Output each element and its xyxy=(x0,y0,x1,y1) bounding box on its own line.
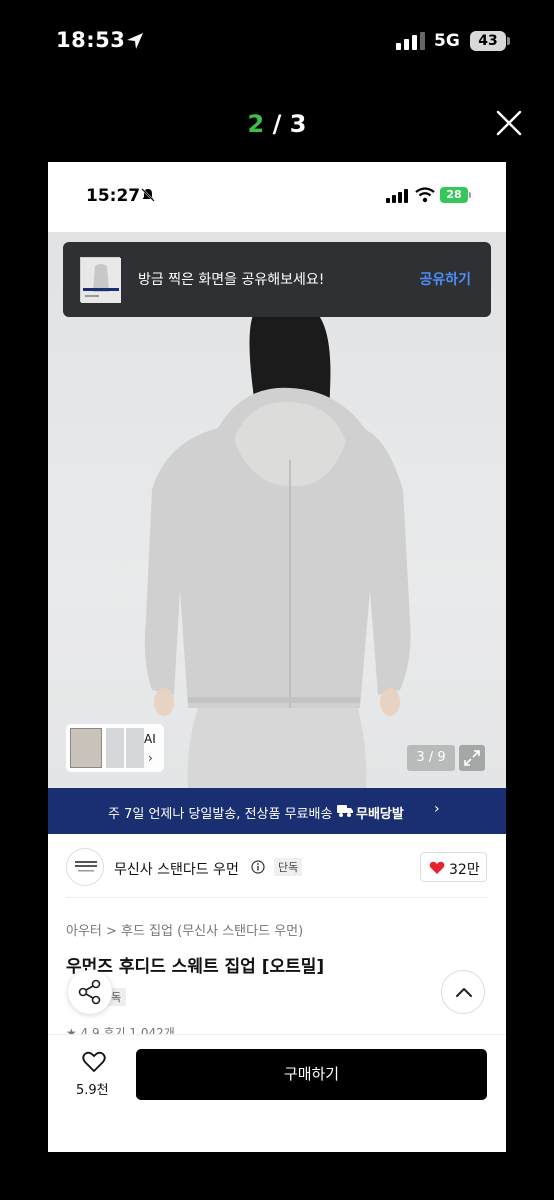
inner-signal-icon xyxy=(386,189,408,203)
section-divider xyxy=(66,897,488,898)
battery-icon: 43 xyxy=(470,31,506,51)
counter-separator: / xyxy=(264,110,290,138)
heart-outline-icon[interactable] xyxy=(82,1051,106,1073)
like-button[interactable]: 32만 xyxy=(420,852,487,882)
inner-clock: 15:27 xyxy=(86,186,141,206)
photo-page-indicator: 3 / 9 xyxy=(407,745,455,771)
thumbnail-1[interactable] xyxy=(70,728,102,768)
battery-tip xyxy=(507,37,510,45)
thumbnail-2[interactable] xyxy=(106,728,124,768)
banner-badge: 무배당발 xyxy=(356,807,404,822)
wishlist-count: 5.9천 xyxy=(76,1083,109,1098)
breadcrumb[interactable]: 아우터 > 후드 집업 (무신사 스탠다드 우먼) xyxy=(66,920,303,939)
brand-logo[interactable] xyxy=(66,848,104,886)
product-photo[interactable]: AI › 3 / 9 xyxy=(48,290,506,788)
share-action-button[interactable]: 공유하기 xyxy=(419,269,471,289)
truck-icon xyxy=(337,805,353,817)
heart-icon xyxy=(429,861,445,874)
toast-message: 방금 찍은 화면을 공유해보세요! xyxy=(138,272,325,288)
image-counter: 2 / 3 xyxy=(0,110,554,138)
share-button[interactable] xyxy=(68,970,112,1014)
chevron-up-icon xyxy=(456,988,472,997)
model-illustration xyxy=(144,305,411,788)
bell-slash-icon xyxy=(141,188,155,202)
banner-text: 주 7일 언제나 당일발송, 전상품 무료배송 xyxy=(108,807,333,822)
ai-label: AI xyxy=(144,732,156,746)
inner-status-bar: 15:27 28 xyxy=(48,162,506,232)
signal-bars-icon xyxy=(396,32,425,50)
thumbnail-3[interactable] xyxy=(126,728,144,768)
share-icon xyxy=(78,979,101,1005)
ai-thumbnail-strip[interactable]: AI › xyxy=(66,724,164,772)
scroll-top-button[interactable] xyxy=(441,970,485,1014)
brand-row: 무신사 스탠다드 우먼 단독 32만 xyxy=(48,834,506,896)
close-icon[interactable] xyxy=(494,108,524,138)
buy-button[interactable]: 구매하기 xyxy=(136,1049,487,1100)
inner-battery-tip xyxy=(469,192,471,198)
total-count: 3 xyxy=(289,110,307,138)
banner-chevron-icon: › xyxy=(434,801,440,817)
inner-battery-icon: 28 xyxy=(440,187,468,203)
info-icon[interactable] xyxy=(251,860,265,874)
chevron-right-icon: › xyxy=(148,751,153,765)
share-toast: 방금 찍은 화면을 공유해보세요! 공유하기 xyxy=(63,242,491,317)
brand-name[interactable]: 무신사 스탠다드 우먼 xyxy=(114,859,239,879)
toast-screenshot-thumbnail xyxy=(80,257,121,303)
wifi-icon xyxy=(415,187,435,203)
delivery-banner[interactable]: 주 7일 언제나 당일발송, 전상품 무료배송 무배당발 › xyxy=(48,788,506,834)
purchase-bar: 5.9천 구매하기 xyxy=(48,1034,506,1152)
current-index: 2 xyxy=(247,110,265,138)
shared-screenshot: 15:27 28 AI › 3 / 9 방금 찍은 화면을 공유해보세요! 공유… xyxy=(48,162,506,1152)
expand-icon[interactable] xyxy=(459,745,485,771)
like-count: 32만 xyxy=(449,862,480,878)
outer-status-bar: 18:53 5G 43 xyxy=(0,0,554,84)
location-arrow-icon xyxy=(127,33,143,49)
network-type: 5G xyxy=(434,31,460,51)
exclusive-badge: 단독 xyxy=(274,858,303,876)
outer-clock: 18:53 xyxy=(56,28,126,52)
